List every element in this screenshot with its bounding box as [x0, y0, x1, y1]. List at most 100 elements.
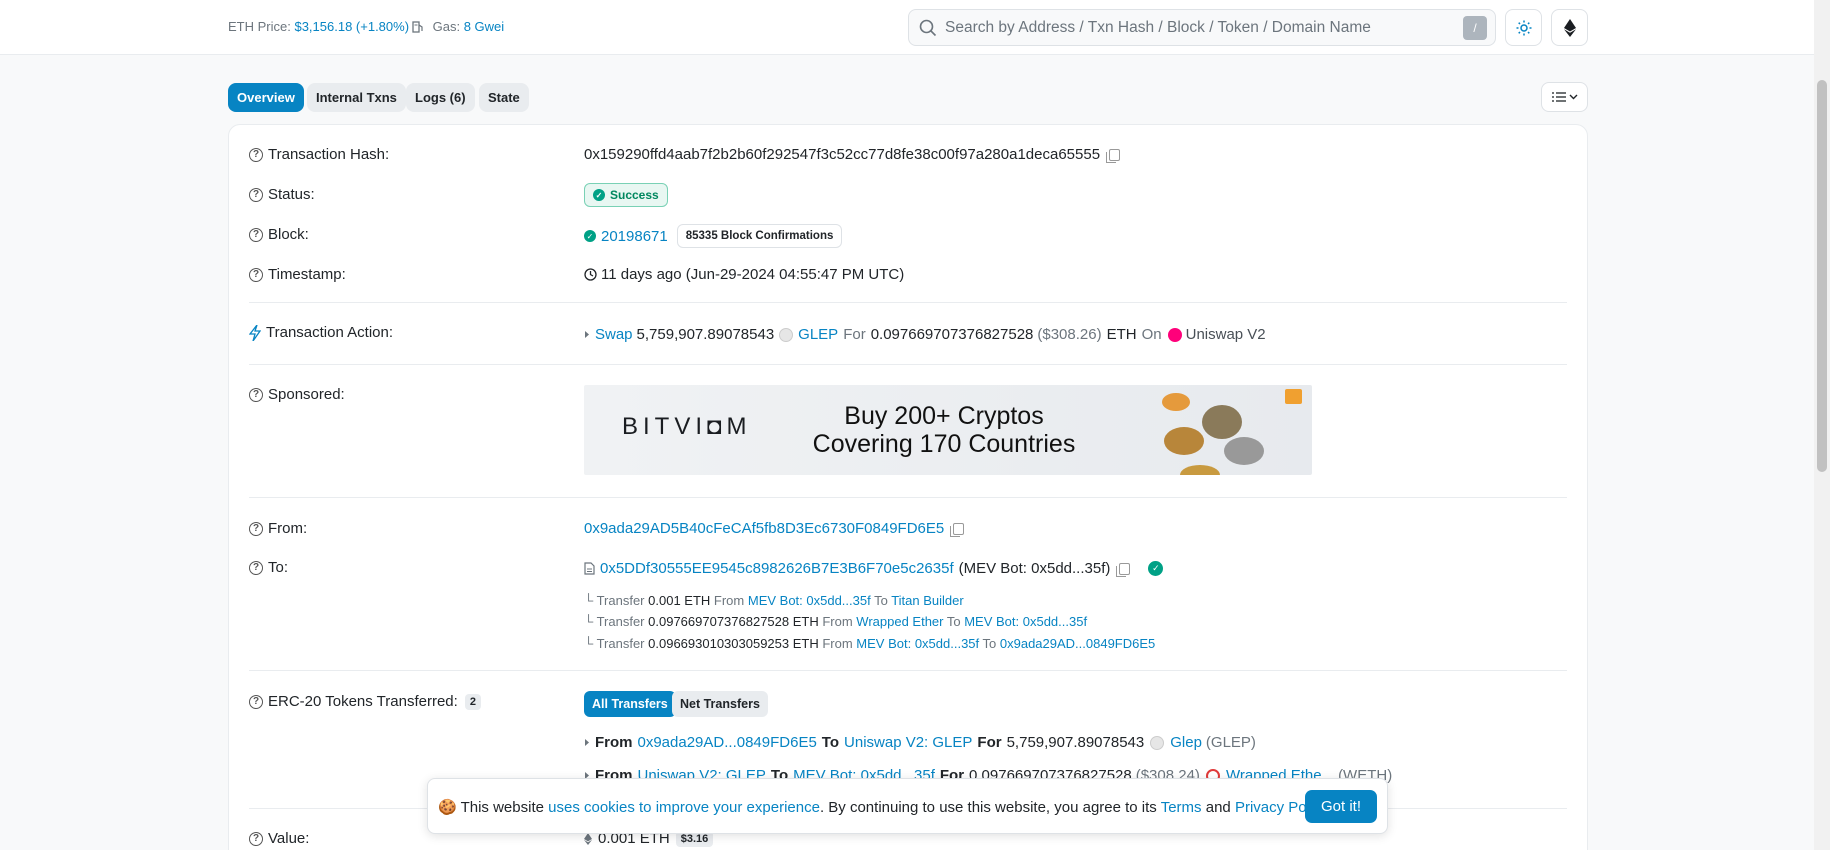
- erc20-count-badge: 2: [464, 693, 481, 710]
- help-icon: ?: [249, 187, 263, 202]
- list-icon: [1551, 92, 1566, 102]
- chevron-down-icon: [1569, 94, 1577, 100]
- ad-choices-icon[interactable]: [1285, 389, 1302, 404]
- transaction-hash: 0x159290ffd4aab7f2b2b60f292547f3c52cc77d…: [584, 146, 1101, 163]
- copy-icon[interactable]: [1106, 148, 1121, 163]
- on-word: On: [1141, 326, 1162, 343]
- erc20-token-symbol: (GLEP): [1205, 734, 1256, 751]
- internal-transfer-row: └ Transfer 0.001 ETH From MEV Bot: 0x5dd…: [584, 593, 964, 608]
- transfer-from-link[interactable]: MEV Bot: 0x5dd...35f: [748, 593, 871, 608]
- help-icon: ?: [249, 387, 263, 402]
- block-value: ✓ 20198671 85335 Block Confirmations: [584, 224, 843, 248]
- erc20-label-text: ERC-20 Tokens Transferred:: [268, 693, 458, 710]
- copy-icon[interactable]: [1116, 562, 1131, 577]
- cookie-icon: 🍪: [438, 799, 457, 816]
- help-icon: ?: [249, 831, 263, 846]
- action-amount-usd: ($308.26): [1037, 326, 1102, 343]
- timestamp-value: 11 days ago (Jun-29-2024 04:55:47 PM UTC…: [584, 266, 904, 283]
- eth-price: ETH Price: $3,156.18 (+1.80%): [228, 19, 409, 34]
- confirmations-badge: 85335 Block Confirmations: [676, 224, 843, 248]
- search-shortcut-key: /: [1463, 16, 1487, 40]
- terms-link[interactable]: Terms: [1161, 799, 1202, 816]
- sponsored-label-text: Sponsored:: [268, 386, 345, 403]
- divider: [249, 364, 1567, 365]
- divider: [249, 670, 1567, 671]
- erc20-from-link[interactable]: 0x9ada29AD...0849FD6E5: [638, 734, 817, 751]
- status-value: ✓ Success: [584, 183, 668, 207]
- status-badge: ✓ Success: [584, 183, 668, 207]
- sun-icon: [1516, 20, 1531, 35]
- action-verb-link[interactable]: Swap: [595, 326, 633, 343]
- block-link[interactable]: 20198671: [601, 228, 668, 245]
- help-icon: ?: [249, 560, 263, 575]
- clock-icon: [584, 268, 597, 281]
- lightning-icon: [249, 324, 261, 341]
- cookie-banner: 🍪 This website uses cookies to improve y…: [427, 778, 1388, 834]
- hash-value: 0x159290ffd4aab7f2b2b60f292547f3c52cc77d…: [584, 146, 1121, 163]
- transfer-from-link[interactable]: MEV Bot: 0x5dd...35f: [856, 636, 979, 651]
- timestamp-text: 11 days ago (Jun-29-2024 04:55:47 PM UTC…: [601, 266, 905, 283]
- tab-logs[interactable]: Logs (6): [406, 83, 475, 112]
- divider: [249, 497, 1567, 498]
- transfer-amount: 0.001 ETH: [648, 593, 711, 608]
- ethereum-icon: [584, 832, 592, 845]
- theme-toggle-button[interactable]: [1505, 9, 1542, 46]
- gas-pump-icon: [412, 21, 423, 33]
- to-value: 0x5DDf30555EE9545c8982626B7E3B6F70e5c263…: [584, 560, 1164, 577]
- from-address-link[interactable]: 0x9ada29AD5B40cFeCAf5fb8D3Ec6730F0849FD6…: [584, 520, 944, 537]
- from-value: 0x9ada29AD5B40cFeCAf5fb8D3Ec6730F0849FD6…: [584, 520, 965, 537]
- tab-state[interactable]: State: [479, 83, 529, 112]
- ad-brand-logo: BITVI◘M: [622, 413, 752, 440]
- sponsored-ad-banner[interactable]: BITVI◘M Buy 200+ Cryptos Covering 170 Co…: [584, 385, 1312, 475]
- scrollbar-thumb[interactable]: [1817, 80, 1827, 472]
- erc20-token-link[interactable]: Glep: [1170, 734, 1202, 751]
- transfer-to-link[interactable]: 0x9ada29AD...0849FD6E5: [1000, 636, 1155, 651]
- cookie-text: 🍪 This website uses cookies to improve y…: [438, 798, 1331, 816]
- caret-right-icon[interactable]: [584, 738, 590, 747]
- gas-value[interactable]: 8 Gwei: [464, 19, 504, 34]
- cookie-policy-link[interactable]: uses cookies to improve your experience: [548, 799, 820, 816]
- transfer-to-link[interactable]: MEV Bot: 0x5dd...35f: [964, 614, 1087, 629]
- tab-net-transfers[interactable]: Net Transfers: [672, 691, 768, 717]
- tab-all-transfers[interactable]: All Transfers: [584, 691, 676, 717]
- hash-label-text: Transaction Hash:: [268, 146, 390, 163]
- accept-cookies-button[interactable]: Got it!: [1304, 790, 1377, 823]
- search-bar[interactable]: /: [908, 9, 1496, 46]
- token-in-link[interactable]: GLEP: [798, 326, 838, 343]
- tab-overview[interactable]: Overview: [228, 83, 304, 112]
- value-label-text: Value:: [268, 830, 310, 847]
- hash-label: ? Transaction Hash:: [249, 146, 389, 163]
- action-value: Swap 5,759,907.89078543 GLEP For 0.09766…: [584, 326, 1266, 343]
- timestamp-label: ? Timestamp:: [249, 266, 346, 283]
- internal-transfer-row: └ Transfer 0.097669707376827528 ETH From…: [584, 614, 1088, 629]
- transfer-to-link[interactable]: Titan Builder: [891, 593, 964, 608]
- glep-token-icon: [779, 327, 794, 342]
- transfer-from-link[interactable]: Wrapped Ether: [856, 614, 943, 629]
- view-options-button[interactable]: [1541, 82, 1588, 112]
- tab-internal-txns[interactable]: Internal Txns: [307, 83, 406, 112]
- token-out: ETH: [1106, 326, 1137, 343]
- to-name-tag: (MEV Bot: 0x5dd...35f): [958, 560, 1111, 577]
- help-icon: ?: [249, 521, 263, 536]
- erc20-to-link[interactable]: Uniswap V2: GLEP: [844, 734, 972, 751]
- ad-line-2: Covering 170 Countries: [812, 430, 1076, 458]
- action-amount-out: 0.097669707376827528: [870, 326, 1034, 343]
- scrollbar[interactable]: [1814, 0, 1830, 850]
- eth-price-value[interactable]: $3,156.18 (+1.80%): [294, 19, 409, 34]
- cookie-text-3: and: [1205, 799, 1231, 816]
- network-switch-button[interactable]: [1551, 9, 1588, 46]
- action-label-text: Transaction Action:: [266, 324, 394, 341]
- copy-icon[interactable]: [950, 522, 965, 537]
- block-label: ? Block:: [249, 226, 309, 243]
- transfer-word: Transfer: [596, 614, 645, 629]
- verified-check-icon: ✓: [1148, 561, 1164, 576]
- search-input[interactable]: [945, 10, 1445, 45]
- transfer-amount: 0.096693010303059253 ETH: [648, 636, 819, 651]
- timestamp-label-text: Timestamp:: [268, 266, 346, 283]
- transfer-word: Transfer: [596, 593, 645, 608]
- action-label: Transaction Action:: [249, 324, 393, 341]
- help-icon: ?: [249, 267, 263, 282]
- caret-right-icon[interactable]: [584, 330, 590, 339]
- erc20-label: ? ERC-20 Tokens Transferred: 2: [249, 693, 481, 710]
- to-address-link[interactable]: 0x5DDf30555EE9545c8982626B7E3B6F70e5c263…: [600, 560, 954, 577]
